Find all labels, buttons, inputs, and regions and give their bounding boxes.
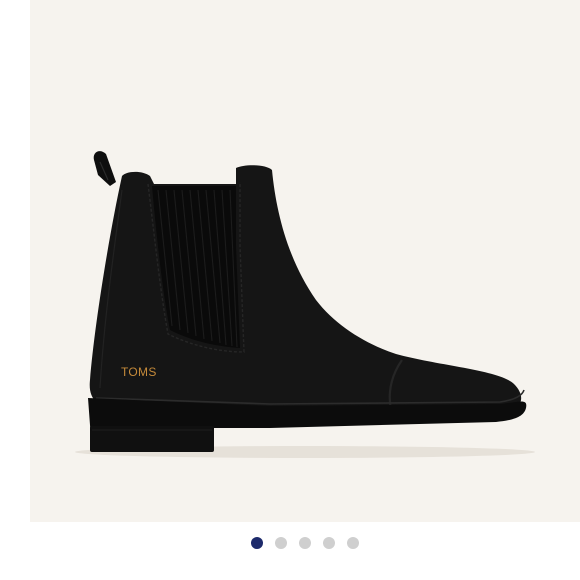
- carousel-pagination: [0, 536, 580, 550]
- carousel-dot-2[interactable]: [275, 537, 287, 549]
- pull-tab: [93, 151, 116, 186]
- carousel-dot-3[interactable]: [299, 537, 311, 549]
- carousel-dot-4[interactable]: [323, 537, 335, 549]
- product-gallery: TOMS: [0, 0, 580, 580]
- chelsea-boot-image: TOMS: [75, 151, 535, 458]
- brand-logo: TOMS: [121, 365, 157, 379]
- product-image-panel[interactable]: TOMS: [30, 0, 580, 522]
- carousel-dot-5[interactable]: [347, 537, 359, 549]
- carousel-dot-1[interactable]: [251, 537, 263, 549]
